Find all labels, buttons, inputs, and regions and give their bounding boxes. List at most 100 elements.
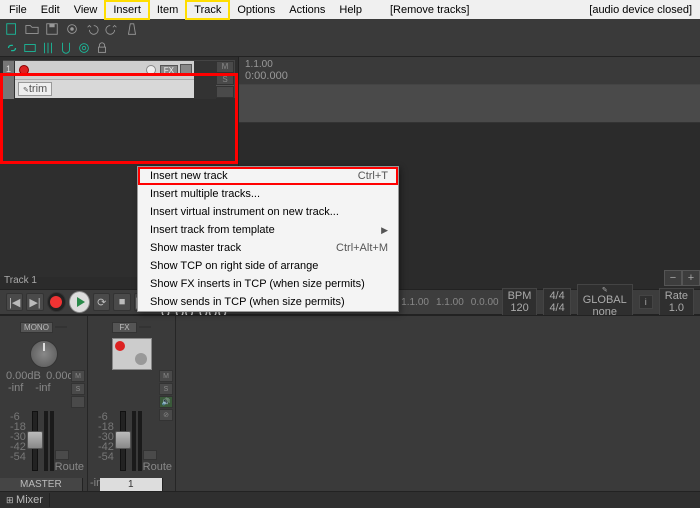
menu-options[interactable]: Options — [230, 2, 282, 18]
mixer-toggle[interactable]: ⊞ Mixer — [0, 493, 50, 507]
audio-device-status: [audio device closed] — [589, 4, 698, 16]
track-msb-column: M S — [216, 61, 234, 99]
grid-icon[interactable] — [40, 40, 56, 56]
selection-length[interactable]: 0.0.00 — [471, 297, 499, 308]
menu-edit[interactable]: Edit — [34, 2, 67, 18]
master-db-left: 0.00dB — [6, 370, 41, 382]
fader-scale: -6-18-30-42-54 — [10, 411, 28, 471]
bpm-box[interactable]: BPM120 — [502, 288, 538, 316]
track-knob[interactable] — [146, 65, 156, 75]
track1-rec-dot[interactable] — [115, 341, 125, 351]
bottom-tabs: ⊞ Mixer MASTER 1 — [0, 491, 700, 508]
track1-route[interactable]: Route — [143, 450, 172, 473]
track1-fx-button[interactable]: FX — [112, 322, 136, 333]
track1-fader-area: -6-18-30-42-54 — [98, 411, 148, 471]
undo-icon[interactable] — [84, 21, 100, 37]
route-button[interactable] — [180, 64, 192, 76]
link-icon[interactable] — [4, 40, 20, 56]
track1-vu-2 — [138, 411, 142, 471]
track-extra-button[interactable] — [216, 86, 234, 98]
track1-phase-button[interactable]: ⊘ — [159, 409, 173, 421]
stop-button[interactable]: ■ — [113, 293, 130, 311]
go-to-start-button[interactable]: |◀ — [6, 293, 23, 311]
ctx-show-sends[interactable]: Show sends in TCP (when size permits) — [138, 293, 398, 311]
playrate-box[interactable]: Rate1.0 — [659, 288, 694, 316]
master-mute-button[interactable]: M — [71, 370, 85, 382]
menu-view[interactable]: View — [67, 2, 105, 18]
mono-button[interactable]: MONO — [20, 322, 53, 333]
fader-scale: -6-18-30-42-54 — [98, 411, 116, 471]
envelope-icon[interactable] — [22, 40, 38, 56]
master-tab[interactable]: MASTER — [0, 478, 83, 491]
track-mute-button[interactable]: M — [216, 61, 234, 73]
menu-track[interactable]: Track — [185, 0, 230, 20]
menu-insert[interactable]: Insert — [104, 0, 150, 20]
master-strip: MONO 0.00dB0.00dB -inf-inf M S -6-18-30-… — [0, 316, 88, 491]
track1-solo-button[interactable]: S — [159, 383, 173, 395]
selection-end[interactable]: 1.1.00 — [436, 297, 464, 308]
timeline-ruler[interactable]: 1.1.00 0:00.000 — [239, 57, 700, 85]
track-lane[interactable] — [239, 85, 700, 123]
metronome-icon[interactable] — [124, 21, 140, 37]
record-button[interactable] — [47, 292, 66, 312]
track1-tab[interactable]: 1 — [100, 478, 163, 491]
track-header[interactable]: 1 FX ✎trim M S — [3, 60, 235, 98]
snap-icon[interactable] — [58, 40, 74, 56]
selection-start[interactable]: 1.1.00 — [401, 297, 429, 308]
track1-pan-area[interactable] — [112, 338, 152, 370]
save-icon[interactable] — [44, 21, 60, 37]
menu-item[interactable]: Item — [150, 2, 185, 18]
ctx-insert-new-track[interactable]: Insert new trackCtrl+T — [138, 167, 398, 185]
arrange-track-label: Track 1 — [4, 275, 37, 286]
play-button[interactable] — [69, 291, 90, 313]
master-route[interactable]: Route — [55, 450, 84, 473]
ruler-bars: 1.1.00 — [245, 59, 694, 70]
go-to-end-button[interactable]: ▶| — [26, 293, 43, 311]
ctx-insert-from-template[interactable]: Insert track from template▶ — [138, 221, 398, 239]
info-button[interactable]: i — [639, 295, 653, 309]
ripple-icon[interactable] — [76, 40, 92, 56]
lock-icon[interactable] — [94, 40, 110, 56]
master-extra-button[interactable] — [55, 326, 67, 328]
repeat-button[interactable]: ⟳ — [93, 293, 110, 311]
menu-file[interactable]: File — [2, 2, 34, 18]
menu-actions[interactable]: Actions — [282, 2, 332, 18]
track1-mute-button[interactable]: M — [159, 370, 173, 382]
master-fader[interactable] — [27, 431, 43, 449]
track1-fader[interactable] — [115, 431, 131, 449]
mixer-panel: MONO 0.00dB0.00dB -inf-inf M S -6-18-30-… — [0, 315, 700, 491]
track1-monitor-button[interactable]: 🔊 — [159, 396, 173, 408]
ctx-insert-virtual-instrument[interactable]: Insert virtual instrument on new track..… — [138, 203, 398, 221]
master-vu — [44, 411, 48, 471]
ctx-insert-multiple-tracks[interactable]: Insert multiple tracks... — [138, 185, 398, 203]
ctx-show-master-track[interactable]: Show master trackCtrl+Alt+M — [138, 239, 398, 257]
toolbar-main — [0, 19, 700, 39]
menu-remove-tracks[interactable]: [Remove tracks] — [383, 2, 476, 18]
fx-button[interactable]: FX — [160, 65, 178, 76]
context-menu: Insert new trackCtrl+T Insert multiple t… — [137, 166, 399, 312]
track-vu-meter — [194, 61, 216, 99]
master-pan-knob[interactable] — [30, 340, 58, 368]
record-arm-button[interactable] — [19, 65, 29, 75]
settings-icon[interactable] — [64, 21, 80, 37]
track-solo-button[interactable]: S — [216, 74, 234, 86]
toolbar-sub — [0, 39, 700, 57]
menu-help[interactable]: Help — [332, 2, 369, 18]
track-number[interactable]: 1 — [3, 61, 15, 99]
ctx-show-fx-inserts[interactable]: Show FX inserts in TCP (when size permit… — [138, 275, 398, 293]
master-env-button[interactable] — [71, 396, 85, 408]
master-solo-button[interactable]: S — [71, 383, 85, 395]
track1-strip: FX M S 🔊 ⊘ -6-18-30-42-54 Route -inf-inf — [88, 316, 176, 491]
track1-pan-knob[interactable] — [135, 353, 147, 365]
menubar: File Edit View Insert Item Track Options… — [0, 0, 700, 19]
new-project-icon[interactable] — [4, 21, 20, 37]
track1-route-button[interactable] — [139, 326, 151, 328]
redo-icon[interactable] — [104, 21, 120, 37]
track-lower-row: ✎trim — [15, 79, 194, 98]
open-icon[interactable] — [24, 21, 40, 37]
ctx-show-tcp-right[interactable]: Show TCP on right side of arrange — [138, 257, 398, 275]
ruler-time: 0:00.000 — [245, 70, 694, 82]
trim-button[interactable]: ✎trim — [18, 82, 52, 96]
submenu-arrow-icon: ▶ — [381, 225, 388, 236]
timesig-box[interactable]: 4/44/4 — [543, 288, 570, 316]
